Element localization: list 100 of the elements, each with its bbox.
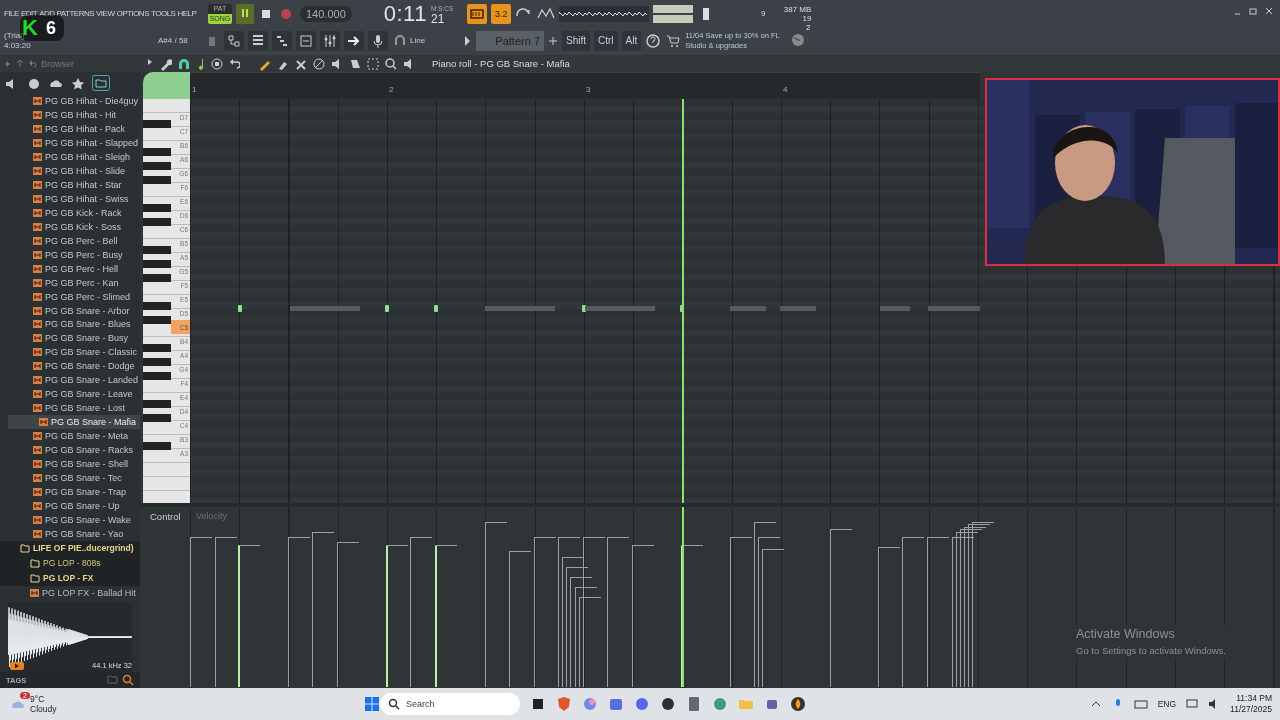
browser-item[interactable]: PG GB Snare - Shell [0, 457, 140, 472]
clock-time[interactable]: 11:34 PM [1236, 693, 1272, 704]
browser-item[interactable]: PG GB Perc - Kan [0, 275, 140, 290]
metronome-icon [470, 7, 485, 20]
pause-button[interactable] [236, 3, 254, 24]
browser-item[interactable]: PG GB Perc - Hell [0, 261, 140, 276]
language-indicator[interactable]: ENG [1157, 699, 1177, 709]
browser-item[interactable]: PG GB Snare - Busy [0, 331, 140, 346]
tempo-display[interactable]: 140.000 [300, 5, 352, 22]
browser-item[interactable]: PG GB Hihat - Swiss [0, 191, 140, 206]
browser-item[interactable]: PG GB Hihat - Sleigh [0, 149, 140, 164]
star-icon[interactable] [70, 76, 84, 90]
copilot-icon[interactable] [582, 696, 598, 712]
microphone-button[interactable] [368, 30, 388, 51]
metronome-button[interactable] [467, 3, 488, 24]
piano-roll-button[interactable] [272, 30, 292, 51]
menu-item[interactable]: FILE [4, 9, 19, 18]
snap-dropdown[interactable]: Line [410, 36, 458, 45]
browser-item[interactable]: PG GB Hihat - Pack [0, 121, 140, 136]
modifier-key[interactable]: Ctrl [594, 30, 618, 51]
camera-app-icon[interactable] [660, 696, 676, 712]
menu-item[interactable]: OPTIONS [116, 9, 149, 18]
restore-icon[interactable] [1248, 6, 1258, 16]
menu-item[interactable]: TOOLS [151, 9, 176, 18]
temperature[interactable]: 9°C [30, 694, 57, 704]
search-field[interactable]: Search [380, 693, 520, 715]
menu-item[interactable]: VIEW [96, 9, 115, 18]
audio-file-icon [33, 320, 42, 329]
browser-item[interactable]: PG GB Snare - Yao [0, 527, 140, 541]
browser-item[interactable]: PG GB Kick - Rack [0, 205, 140, 220]
browser-item[interactable]: PG GB Snare - Lost [0, 401, 140, 416]
audio-file-icon [33, 292, 42, 301]
menu-item[interactable]: PATTERNS [56, 9, 94, 18]
browser-folder[interactable]: LIFE OF PIE..ducergrind) [0, 541, 140, 556]
menu-item[interactable]: ADD [39, 9, 55, 18]
browser-item[interactable]: PG GB Perc - Bell [0, 233, 140, 248]
channel-rack-button[interactable] [224, 30, 244, 51]
modifier-key[interactable]: Shift [562, 30, 590, 51]
browser-item[interactable]: PG GB Snare - Racks [0, 443, 140, 458]
store-icon[interactable] [608, 696, 624, 712]
play-sample-icon[interactable] [10, 662, 24, 670]
browser-item[interactable]: PG GB Snare - Wake [0, 513, 140, 528]
zoom-icon[interactable] [384, 56, 398, 71]
record-target-icon[interactable] [210, 56, 224, 71]
playlist-button[interactable] [248, 30, 268, 51]
lion-shield-icon[interactable] [556, 696, 572, 712]
mute-tool-icon[interactable] [312, 56, 326, 71]
browser-icon[interactable] [712, 696, 728, 712]
menu-item[interactable]: HELP [177, 9, 197, 18]
browser-item[interactable]: PG GB Snare - Up [0, 499, 140, 514]
add-folder-icon[interactable] [92, 75, 110, 91]
globe-icon[interactable] [26, 76, 40, 90]
windows-start-icon[interactable] [364, 696, 380, 712]
browser-item[interactable]: PG GB Kick - Soss [0, 219, 140, 234]
network-icon[interactable] [1186, 698, 1199, 710]
piano-roll-title[interactable]: Piano roll - PG GB Snare - Mafia [432, 58, 570, 69]
clock-date[interactable]: 11/27/2025 [1230, 704, 1272, 715]
search-icon[interactable] [122, 674, 134, 686]
daw-app-icon[interactable] [790, 696, 806, 712]
chat-app-icon[interactable] [634, 696, 650, 712]
modifier-key[interactable]: Alt [621, 30, 642, 51]
browser-item[interactable]: PG GB Snare - Leave [0, 387, 140, 402]
browser-item[interactable]: PG GB Snare - Classic [0, 345, 140, 360]
browser-item[interactable]: PG LOP FX - Ballad Hit [0, 585, 140, 600]
add-icon[interactable] [548, 35, 558, 46]
help-icon[interactable] [645, 32, 662, 49]
browser-item[interactable]: PG GB Snare - Blues [0, 317, 140, 332]
browser-item[interactable]: PG GB Hihat - Die4guy [0, 94, 140, 108]
browser-item[interactable]: PG GB Snare - Dodge [0, 359, 140, 374]
up-arrow-icon[interactable] [16, 59, 24, 68]
pattern-button[interactable] [296, 30, 316, 51]
close-icon[interactable] [1264, 6, 1274, 16]
chevron-up-icon[interactable] [1089, 699, 1102, 709]
browser-item[interactable]: PG GB Snare - Meta [0, 429, 140, 444]
browser-item[interactable]: PG GB Snare - Trap [0, 485, 140, 500]
browser-item[interactable]: PG GB Hihat - Slide [0, 163, 140, 178]
menu-item[interactable]: EDIT [20, 9, 38, 18]
task-view-icon[interactable] [530, 696, 546, 712]
browser-item[interactable]: PG GB Snare - Landed [0, 373, 140, 388]
browser-item[interactable]: PG GB Hihat - Slapped [0, 135, 140, 150]
browser-item[interactable]: PG GB Hihat - Hit [0, 107, 140, 122]
back-icon[interactable] [28, 59, 37, 68]
weather-condition[interactable]: Cloudy [30, 704, 57, 714]
select-icon[interactable] [366, 56, 380, 71]
browser-item[interactable]: PG GB Snare - Arbor [0, 303, 140, 318]
control-label[interactable]: Control [150, 511, 181, 688]
browser-item[interactable]: PG GB Perc - Slimed [0, 289, 140, 304]
audio-file-icon [33, 502, 42, 511]
cart-icon[interactable] [665, 32, 682, 49]
browser-item[interactable]: PG GB Perc - Busy [0, 247, 140, 262]
keyboard-icon[interactable] [1133, 698, 1148, 710]
mixer-button[interactable] [320, 30, 340, 51]
magnet-icon[interactable] [176, 56, 190, 71]
browser-item[interactable]: PG GB Snare - Mafia [8, 415, 140, 430]
browser-item[interactable]: PG GB Hihat - Star [0, 177, 140, 192]
snap-button[interactable]: 3.2 [491, 3, 512, 24]
arrow-button[interactable] [344, 30, 364, 51]
timeline-ruler[interactable]: 1 2 3 4 [190, 72, 980, 99]
calculator-icon[interactable] [686, 696, 702, 712]
browser-item[interactable]: PG GB Snare - Tec [0, 471, 140, 486]
